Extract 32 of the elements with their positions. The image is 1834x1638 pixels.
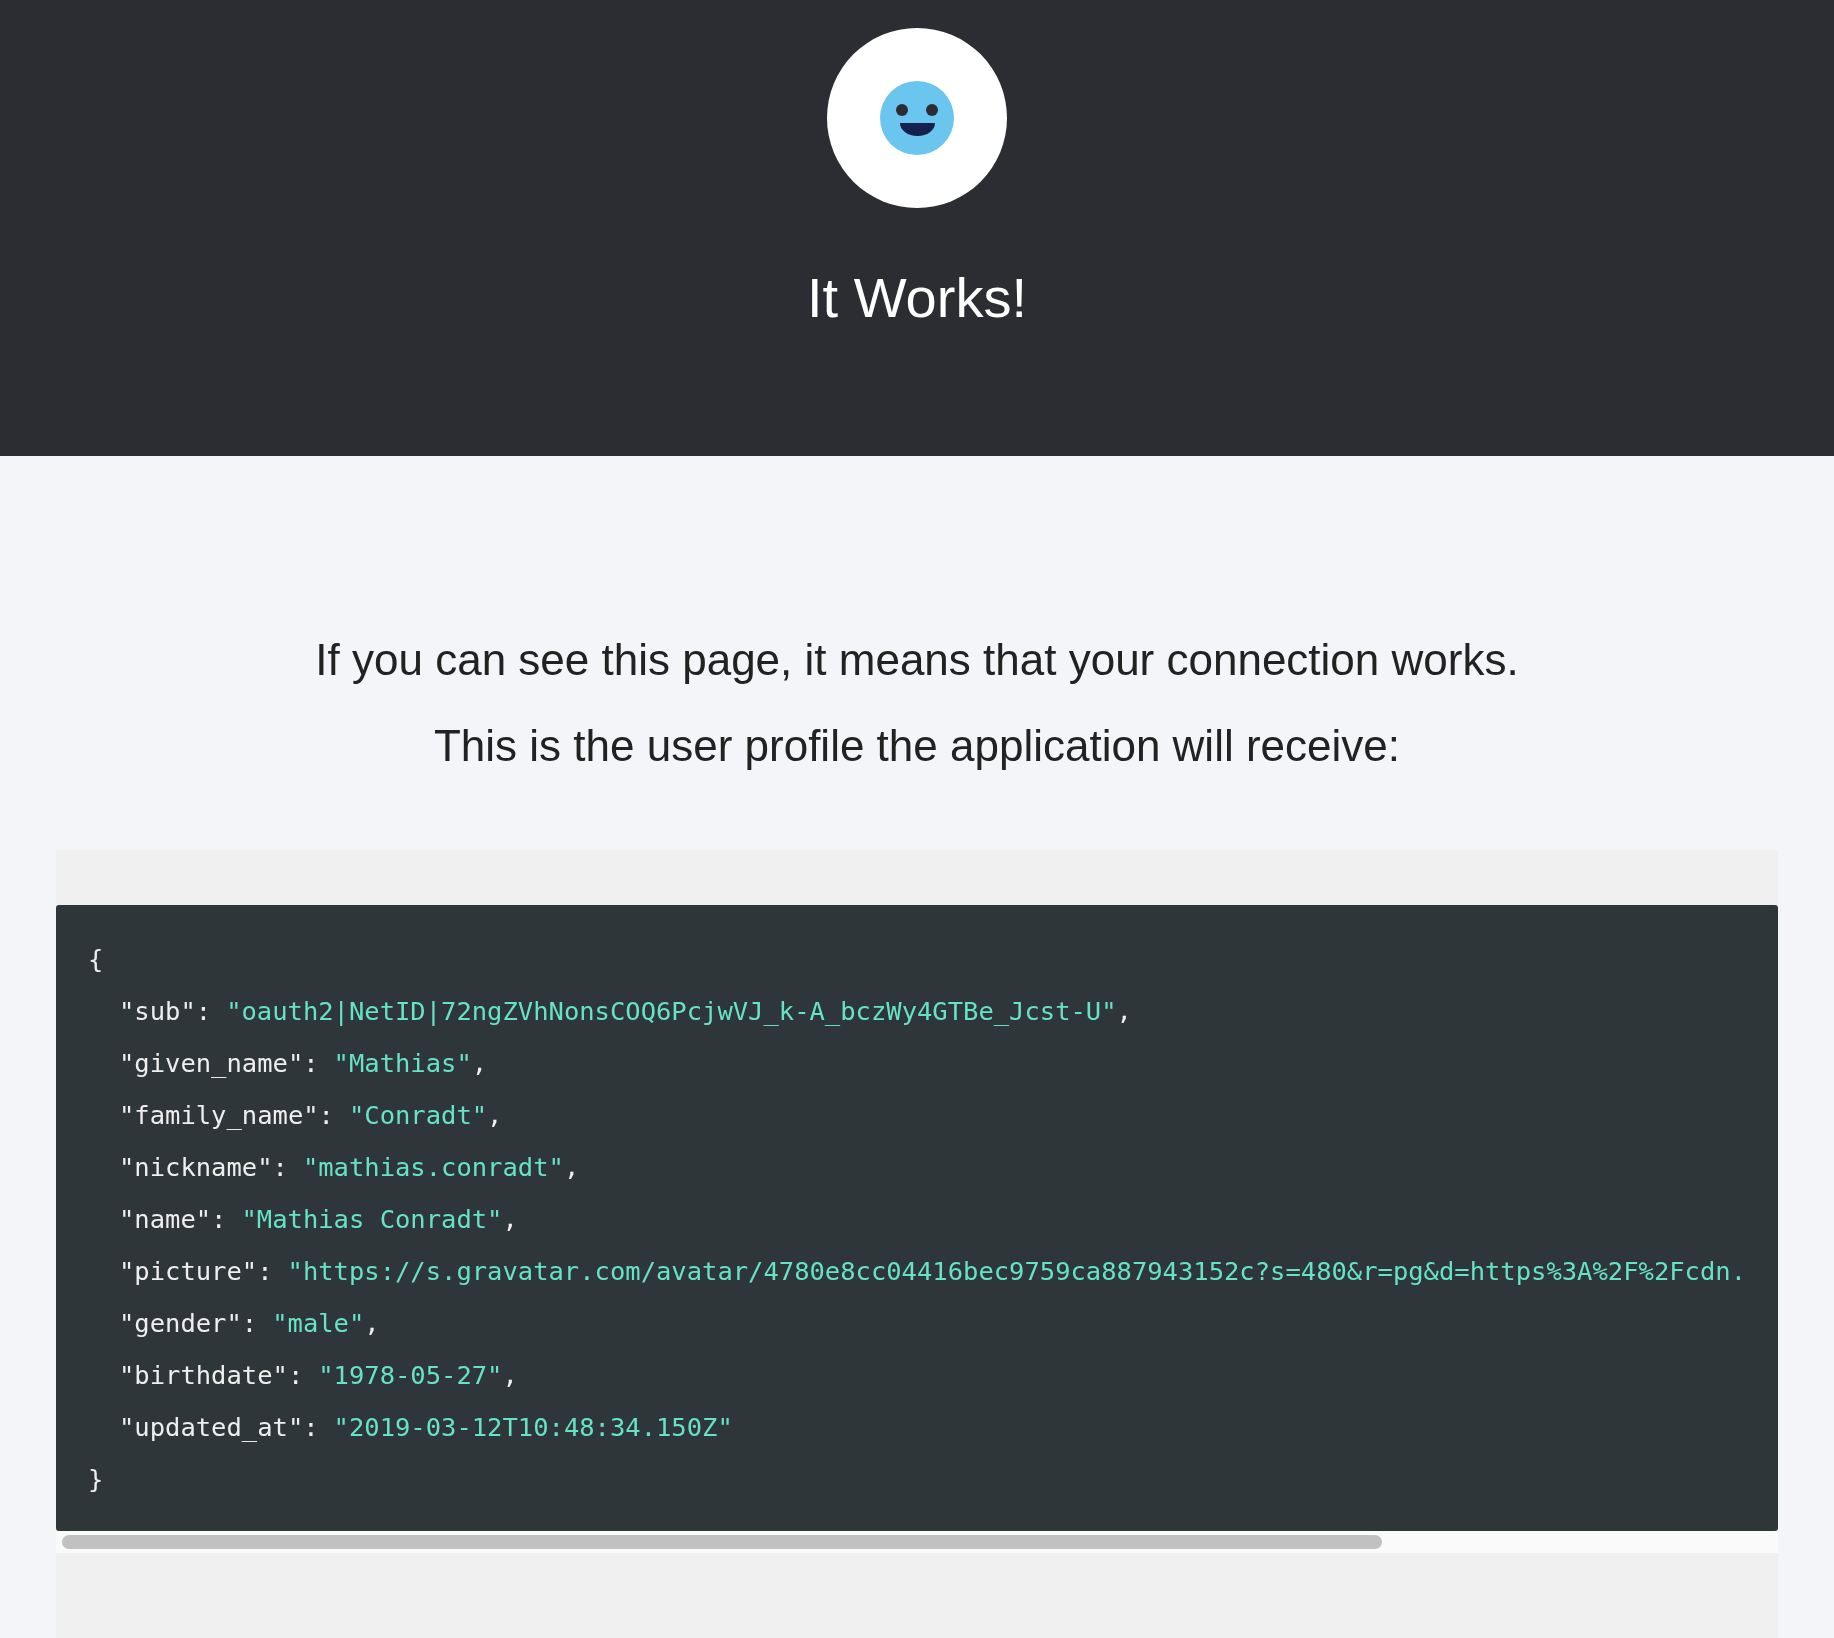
json-value: "Mathias Conradt" bbox=[241, 1203, 503, 1236]
comma: , bbox=[1116, 995, 1132, 1028]
intro-text: This is the user profile the application will receive: bbox=[434, 722, 1400, 770]
comma: , bbox=[563, 1151, 580, 1184]
json-value: "2019-03-12T10:48:34.150Z" bbox=[333, 1411, 733, 1444]
comma: , bbox=[364, 1307, 380, 1340]
comma: , bbox=[502, 1359, 518, 1392]
intro-text: If you can see this page, it means that your connection works. bbox=[315, 636, 1519, 684]
json-value: "mathias.conradt" bbox=[302, 1151, 564, 1184]
json-value: "Conradt" bbox=[348, 1099, 488, 1132]
json-key: "sub": bbox=[119, 985, 212, 1037]
json-value: "oauth2|NetID|72ngZVhNonsCOQ6PcjwVJ_k-A_bczWy4GTBe_Jcst-U" bbox=[226, 995, 1117, 1028]
json-key: "nickname": bbox=[119, 1141, 288, 1193]
comma: , bbox=[502, 1203, 518, 1236]
json-key: "name": bbox=[119, 1193, 227, 1245]
json-key: "given_name": bbox=[119, 1037, 319, 1089]
json-key: "picture": bbox=[119, 1245, 273, 1297]
comma: , bbox=[471, 1047, 488, 1080]
scrollbar-thumb[interactable] bbox=[62, 1535, 1382, 1549]
json-value: "male" bbox=[272, 1307, 365, 1340]
json-value: "Mathias" bbox=[333, 1047, 472, 1080]
page-title: It Works! bbox=[807, 270, 1027, 326]
brace: { bbox=[88, 944, 104, 974]
smiley-icon bbox=[880, 81, 954, 155]
json-key: "gender": bbox=[119, 1297, 258, 1349]
json-key: "birthdate": bbox=[119, 1349, 304, 1401]
brace: } bbox=[88, 1464, 104, 1494]
json-key: "family_name": bbox=[119, 1089, 334, 1141]
json-value: "https://s.gravatar.com/avatar/4780e8cc04416bec9759ca887943152c?s=480&r=pg&d=https%3A%2F%2Fcdn. bbox=[287, 1255, 1746, 1288]
json-value: "1978-05-27" bbox=[318, 1359, 503, 1392]
json-key: "updated_at": bbox=[119, 1401, 319, 1453]
comma: , bbox=[487, 1099, 503, 1132]
